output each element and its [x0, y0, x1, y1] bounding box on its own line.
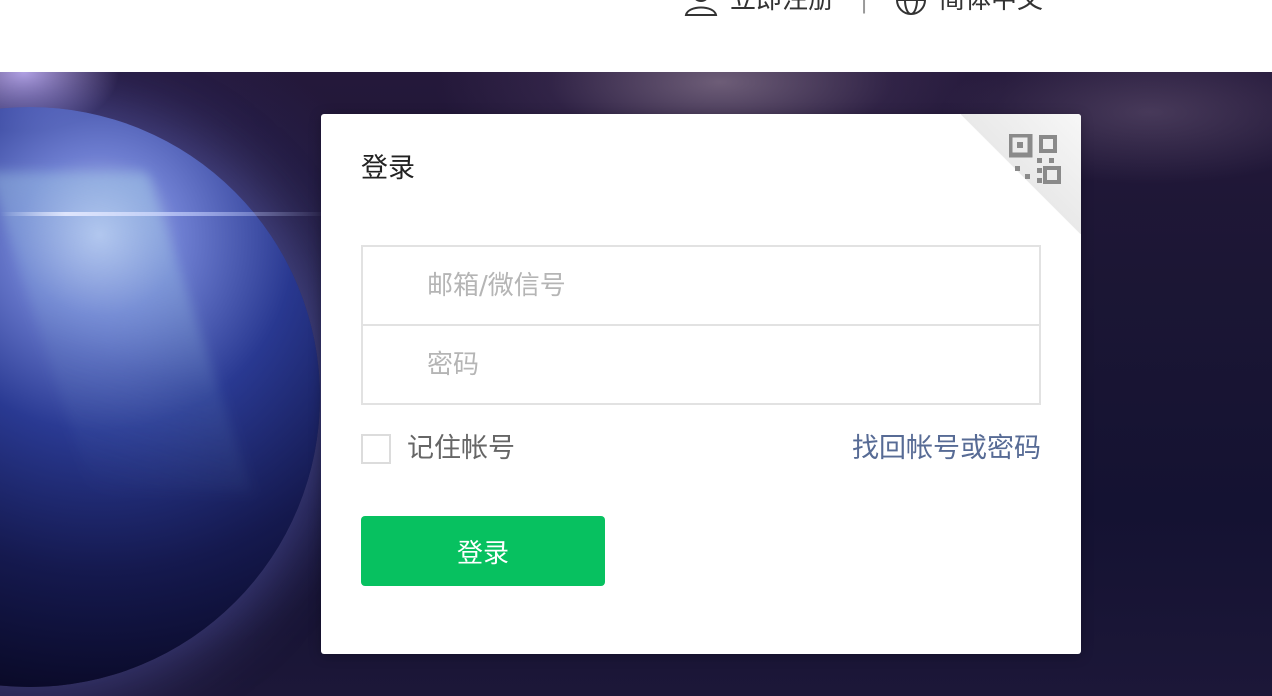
language-switch[interactable]: 简体中文	[895, 0, 1043, 18]
remember-account[interactable]: 记住帐号	[361, 432, 515, 466]
login-title: 登录	[361, 153, 415, 184]
register-link[interactable]: 立即注册	[684, 0, 834, 18]
remember-label: 记住帐号	[407, 433, 515, 464]
forgot-account-link[interactable]: 找回帐号或密码	[852, 432, 1041, 466]
header-separator: |	[860, 0, 869, 14]
credentials-group	[361, 245, 1041, 405]
register-label: 立即注册	[730, 0, 835, 15]
horizon-flare	[0, 212, 330, 216]
language-label: 简体中文	[939, 0, 1044, 15]
login-button[interactable]: 登录	[361, 516, 605, 586]
password-input[interactable]	[363, 326, 1039, 403]
user-icon	[684, 0, 718, 16]
remember-checkbox[interactable]	[361, 434, 391, 464]
qr-code-icon	[1009, 134, 1061, 184]
login-panel: 登录 记住帐号 找回帐号或密码 登录	[321, 114, 1081, 654]
account-input[interactable]	[363, 247, 1039, 324]
globe-icon	[896, 0, 926, 15]
qr-login-toggle[interactable]	[961, 114, 1081, 234]
top-bar: 立即注册 | 简体中文	[0, 0, 1272, 72]
